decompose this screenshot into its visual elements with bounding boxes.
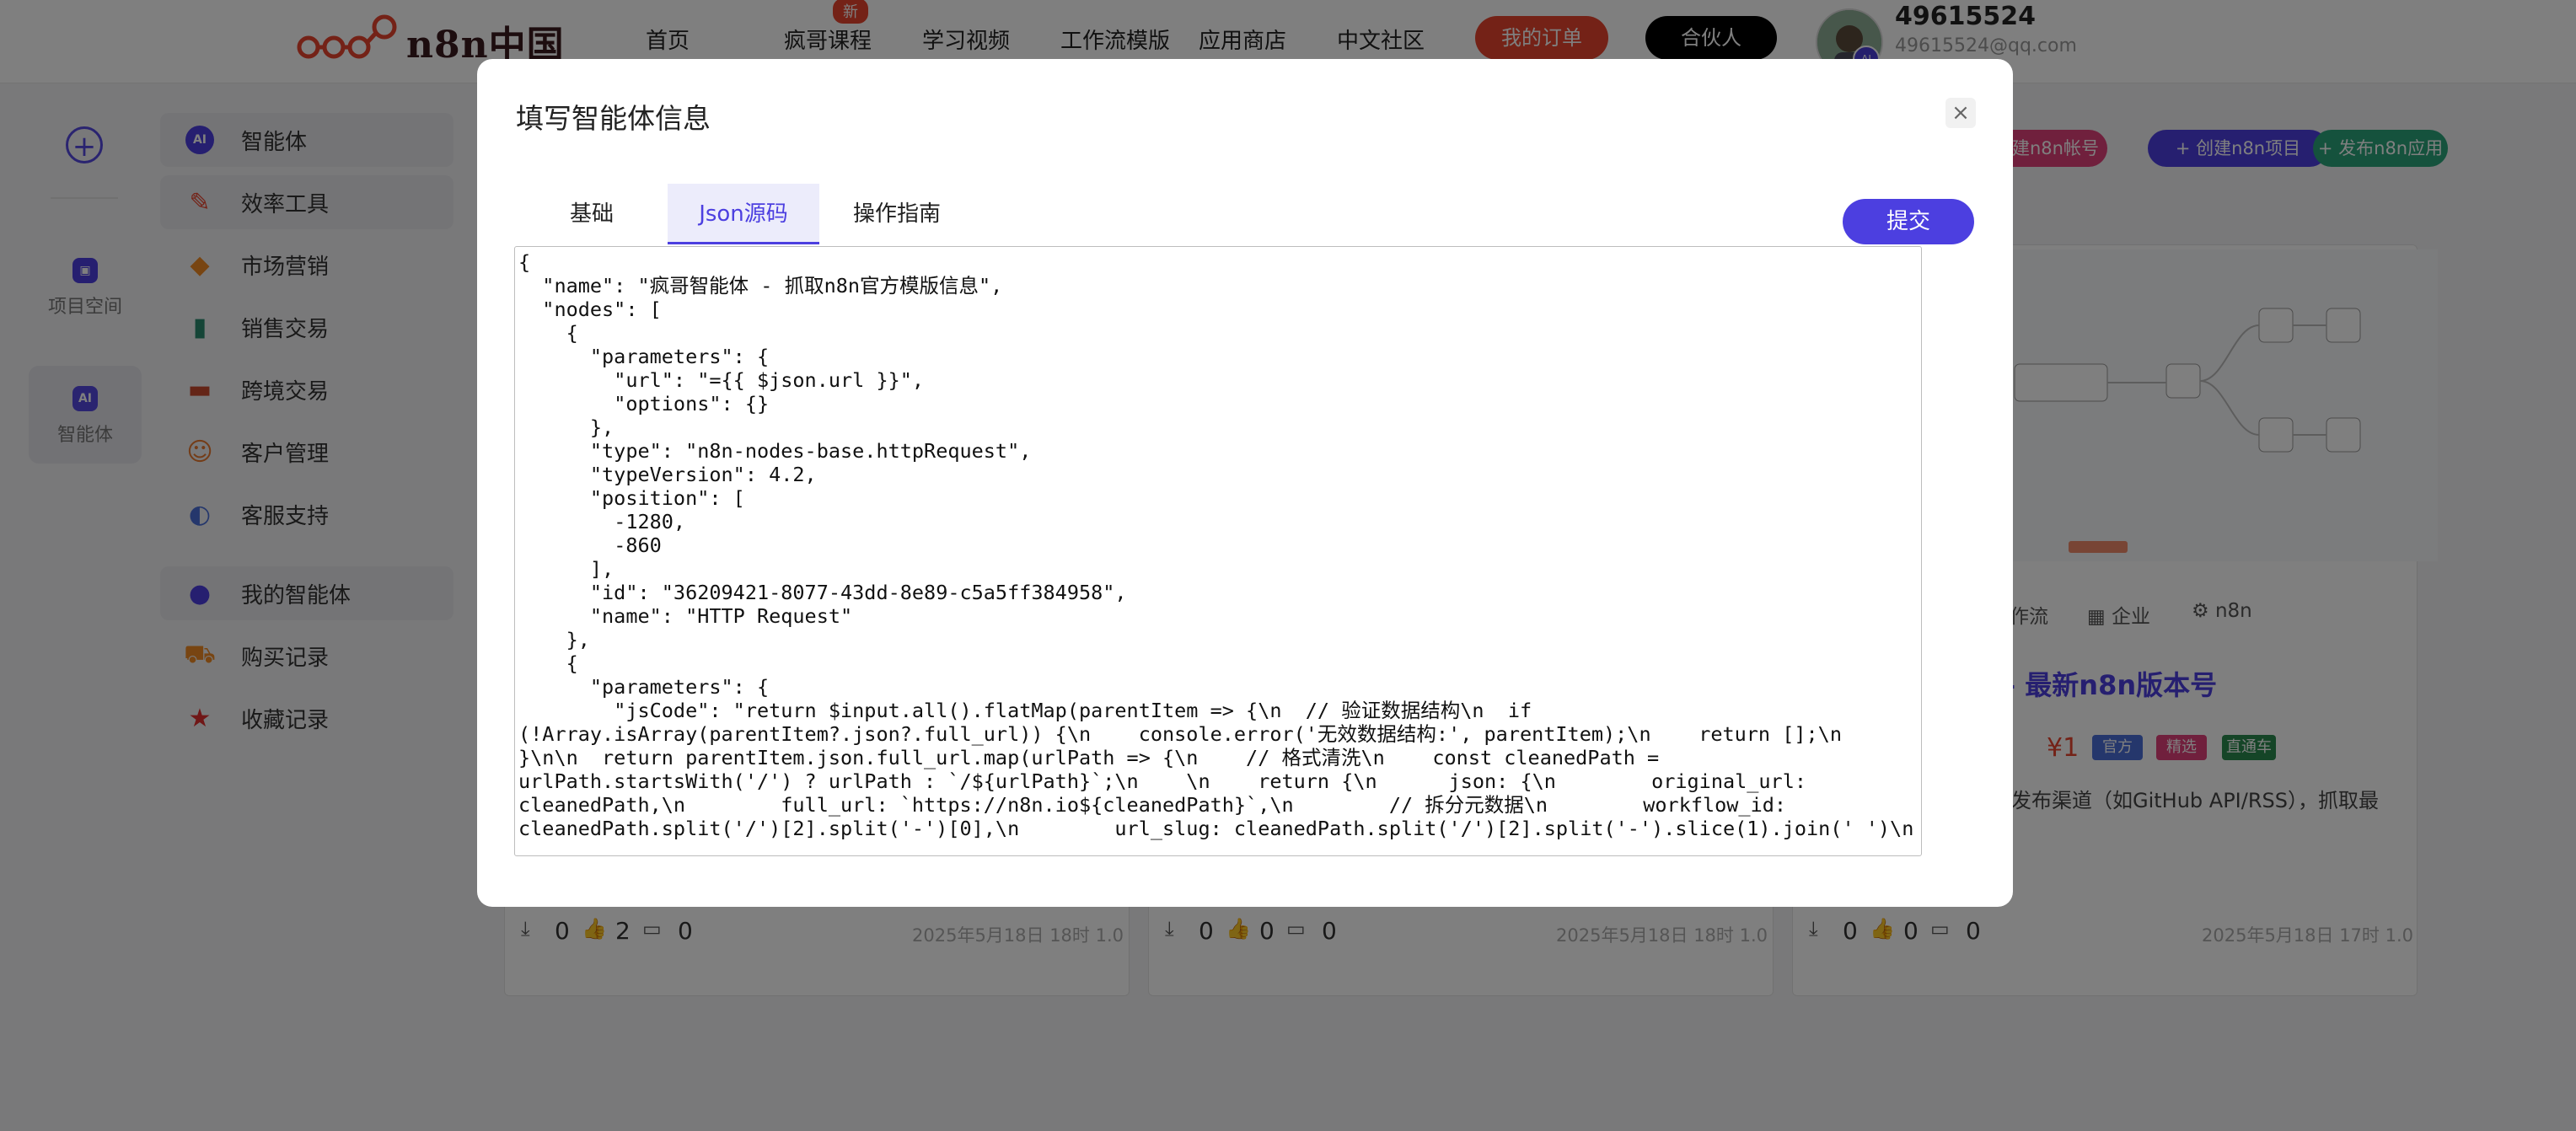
tab-guide[interactable]: 操作指南 (819, 184, 974, 244)
tab-basic[interactable]: 基础 (516, 184, 668, 244)
close-icon[interactable]: × (1945, 98, 1976, 128)
agent-info-dialog: 填写智能体信息 × 基础 Json源码 操作指南 提交 { "name": "疯… (477, 59, 2013, 907)
tab-json-source[interactable]: Json源码 (668, 184, 819, 244)
json-source-text[interactable]: { "name": "疯哥智能体 - 抓取n8n官方模版信息", "nodes"… (518, 250, 1918, 840)
submit-button[interactable]: 提交 (1843, 199, 1974, 244)
dialog-title: 填写智能体信息 (516, 102, 711, 135)
json-source-textarea[interactable]: { "name": "疯哥智能体 - 抓取n8n官方模版信息", "nodes"… (514, 246, 1922, 856)
